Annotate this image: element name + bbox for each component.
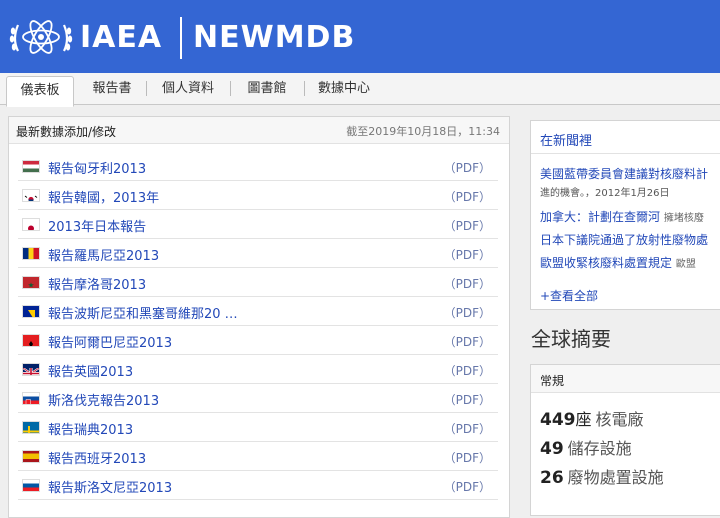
report-link[interactable]: 報告羅馬尼亞2013 [48, 245, 159, 264]
tab-dashboard[interactable]: 儀表板 [6, 76, 74, 107]
hungary-flag-icon [23, 161, 39, 172]
report-link[interactable]: 報告摩洛哥2013 [48, 274, 146, 293]
pdf-link[interactable]: （PDF） [444, 391, 491, 408]
news-item[interactable]: 加拿大：計劃在查爾河 擁堵核廢 [540, 208, 704, 225]
stat-unit: 座 [575, 410, 592, 429]
pdf-link[interactable]: （PDF） [444, 420, 491, 437]
pdf-link[interactable]: （PDF） [444, 217, 491, 234]
latest-data-header: 最新數據添加/修改 截至2019年10月18日，11:34 [9, 117, 509, 144]
pdf-link[interactable]: （PDF） [444, 159, 491, 176]
global-summary-panel: 常規 449座 核電廠 49 儲存設施 26 廢物處置設施 [530, 364, 720, 516]
view-all-news-link[interactable]: +查看全部 [540, 287, 598, 304]
main-tab-bar: 儀表板 報告書 個人資料 圖書館 數據中心 [0, 73, 720, 107]
report-link[interactable]: 報告阿爾巴尼亞2013 [48, 332, 172, 351]
report-row: 報告韓國，2013年 （PDF） [18, 181, 498, 210]
report-row: 報告西班牙2013 （PDF） [18, 442, 498, 471]
pdf-link[interactable]: （PDF） [444, 478, 491, 495]
tab-library[interactable]: 圖書館 [236, 73, 298, 104]
news-item-tail: 擁堵核廢 [663, 213, 704, 224]
news-panel: 在新聞裡 美國藍帶委員會建議對核廢料計 進的機會。，2012年1月26日 加拿大… [530, 120, 720, 310]
albania-flag-icon [23, 335, 39, 346]
report-link[interactable]: 報告韓國，2013年 [48, 187, 159, 206]
pdf-link[interactable]: （PDF） [444, 449, 491, 466]
news-item-tail: 歐盟 [675, 259, 696, 270]
morocco-flag-icon [23, 277, 39, 288]
news-item-title[interactable]: 歐盟收緊核廢料處置規定 [540, 256, 672, 270]
report-row: 報告羅馬尼亞2013 （PDF） [18, 239, 498, 268]
stat-storage-facilities: 49 儲存設施 [540, 435, 632, 459]
report-row: 2013年日本報告 （PDF） [18, 210, 498, 239]
brand-newmdb: NEWMDB [193, 20, 356, 55]
pdf-link[interactable]: （PDF） [444, 246, 491, 263]
report-link[interactable]: 報告瑞典2013 [48, 419, 133, 438]
stat-nuclear-plants: 449座 核電廠 [540, 406, 644, 430]
report-row: 斯洛伐克報告2013 （PDF） [18, 384, 498, 413]
report-link[interactable]: 報告斯洛文尼亞2013 [48, 477, 172, 496]
uk-flag-icon [23, 364, 39, 375]
brand-divider [180, 17, 182, 59]
header-bar: IAEA NEWMDB [0, 0, 720, 73]
news-item[interactable]: 日本下議院通過了放射性廢物處 [540, 231, 708, 248]
romania-flag-icon [23, 248, 39, 259]
news-item[interactable]: 美國藍帶委員會建議對核廢料計 [540, 165, 708, 182]
news-item-subtext: 進的機會。，2012年1月26日 [540, 188, 670, 199]
report-link[interactable]: 報告波斯尼亞和黑塞哥維那20 … [48, 303, 238, 322]
latest-data-title: 最新數據添加/修改 [16, 125, 117, 139]
iaea-logo-icon[interactable] [8, 9, 74, 65]
pdf-link[interactable]: （PDF） [444, 275, 491, 292]
report-row: 報告匈牙利2013 （PDF） [18, 152, 498, 181]
report-link[interactable]: 報告英國2013 [48, 361, 133, 380]
tab-separator [230, 81, 231, 96]
news-item[interactable]: 歐盟收緊核廢料處置規定 歐盟 [540, 254, 696, 271]
stat-value: 26 [540, 468, 564, 488]
report-row: 報告波斯尼亞和黑塞哥維那20 … （PDF） [18, 297, 498, 326]
tab-profile[interactable]: 個人資料 [152, 73, 224, 104]
report-link[interactable]: 報告西班牙2013 [48, 448, 146, 467]
latest-data-panel: 最新數據添加/修改 截至2019年10月18日，11:34 報告匈牙利2013 … [8, 116, 510, 518]
report-link[interactable]: 2013年日本報告 [48, 216, 146, 235]
global-summary-title: 全球摘要 [531, 327, 611, 351]
pdf-link[interactable]: （PDF） [444, 333, 491, 350]
report-link[interactable]: 報告匈牙利2013 [48, 158, 146, 177]
tab-data-center[interactable]: 數據中心 [310, 73, 378, 104]
report-link[interactable]: 斯洛伐克報告2013 [48, 390, 159, 409]
news-item-title[interactable]: 加拿大：計劃在查爾河 [540, 210, 660, 224]
summary-section-title: 常規 [540, 374, 565, 388]
report-row: 報告摩洛哥2013 （PDF） [18, 268, 498, 297]
slovakia-flag-icon [23, 393, 39, 404]
stat-label[interactable]: 廢物處置設施 [568, 468, 664, 487]
tab-separator [304, 81, 305, 96]
pdf-link[interactable]: （PDF） [444, 188, 491, 205]
report-row: 報告英國2013 （PDF） [18, 355, 498, 384]
bosnia-flag-icon [23, 306, 39, 317]
report-row: 報告斯洛文尼亞2013 （PDF） [18, 471, 498, 500]
brand-iaea: IAEA [80, 20, 163, 55]
stat-value: 449 [540, 410, 576, 430]
stat-value: 49 [540, 439, 564, 459]
stat-disposal-facilities: 26 廢物處置設施 [540, 464, 664, 488]
stat-label[interactable]: 核電廠 [596, 410, 644, 429]
slovenia-flag-icon [23, 480, 39, 491]
sweden-flag-icon [23, 422, 39, 433]
japan-flag-icon [23, 219, 39, 230]
pdf-link[interactable]: （PDF） [444, 304, 491, 321]
report-row: 報告阿爾巴尼亞2013 （PDF） [18, 326, 498, 355]
tab-reports[interactable]: 報告書 [84, 73, 140, 104]
news-header: 在新聞裡 [531, 121, 720, 154]
pdf-link[interactable]: （PDF） [444, 362, 491, 379]
tab-separator [146, 81, 147, 96]
spain-flag-icon [23, 451, 39, 462]
news-title: 在新聞裡 [540, 134, 593, 149]
report-row: 報告瑞典2013 （PDF） [18, 413, 498, 442]
latest-data-date: 截至2019年10月18日，11:34 [346, 125, 500, 138]
summary-section-header: 常規 [531, 365, 720, 393]
korea-flag-icon [23, 190, 39, 201]
stat-label[interactable]: 儲存設施 [568, 439, 632, 458]
